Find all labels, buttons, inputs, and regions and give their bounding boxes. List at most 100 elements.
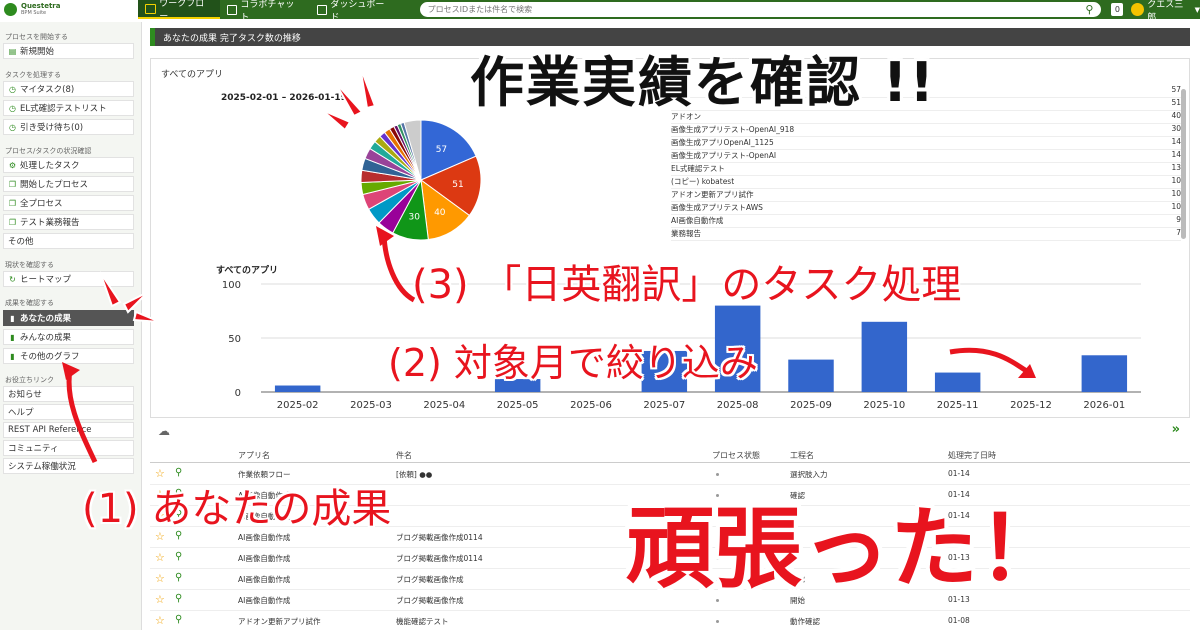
sidebar-item-label: 処理したタスク (20, 161, 80, 171)
headline-overlay: 作業実績を確認 !! (470, 51, 937, 114)
sidebar-item-other[interactable]: その他 (3, 233, 134, 249)
sidebar-item-started-processes[interactable]: ❐ 開始したプロセス (3, 176, 134, 192)
sidebar-item-all-processes[interactable]: ❐ 全プロセス (3, 195, 134, 211)
logo[interactable]: Questetra BPM Suite (0, 0, 139, 19)
search-icon[interactable]: ⚲ (175, 572, 182, 583)
x-tick-label[interactable]: 2025-06 (570, 400, 612, 409)
sidebar-item-my-tasks[interactable]: ◷ マイタスク(8) (3, 81, 134, 97)
bar[interactable] (788, 359, 834, 392)
sidebar-item-label: あなたの成果 (20, 314, 72, 324)
sidebar-item-rest-api[interactable]: REST API Reference (3, 422, 134, 438)
x-tick-label[interactable]: 2025-09 (790, 400, 832, 409)
sidebar-item-everyone-achievements[interactable]: ▮ みんなの成果 (3, 329, 134, 345)
table-cell: ブログ掲載画像作成0114 (396, 533, 483, 542)
sidebar-item-label: お知らせ (8, 390, 42, 400)
legend-value: 10 (1171, 176, 1181, 185)
panel-title: すべてのアプリ (161, 70, 224, 80)
legend-scrollbar[interactable] (1181, 89, 1186, 239)
cloud-download-icon[interactable]: ☁ (158, 424, 170, 438)
x-tick-label[interactable]: 2025-05 (497, 400, 539, 409)
sidebar-item-offered[interactable]: ◷ 引き受け待ち(0) (3, 119, 134, 135)
sidebar-section-title: 成果を確認する (5, 299, 54, 307)
sidebar-item-your-achievements[interactable]: ▮ あなたの成果 (3, 310, 134, 326)
sidebar-item-help[interactable]: ヘルプ (3, 404, 134, 420)
search-icon[interactable]: ⚲ (1085, 3, 1093, 16)
star-icon[interactable]: ☆ (155, 572, 165, 585)
star-icon[interactable]: ☆ (155, 593, 165, 606)
sidebar-section-title: 現状を確認する (5, 261, 54, 269)
legend-value: 14 (1171, 137, 1181, 146)
sidebar-item-label: その他 (8, 237, 34, 247)
bar[interactable] (861, 321, 908, 392)
table-cell: 動作確認 (790, 617, 820, 626)
user-name: クエス三郎 (1147, 0, 1184, 23)
sidebar-item-test-report[interactable]: ❐ テスト業務報告 (3, 214, 134, 230)
cheer-overlay: 頑張った！ (626, 497, 1067, 600)
y-tick-label: 100 (222, 280, 241, 291)
table-cell: ブログ掲載画像作成0114 (396, 554, 483, 563)
workflow-icon (145, 3, 157, 14)
table-cell: 01-08 (948, 616, 970, 625)
bar[interactable] (274, 385, 321, 392)
sidebar-section-title: タスクを処理する (5, 71, 61, 79)
table-row[interactable]: ☆ ⚲ アドオン更新アプリ試作 機能確認テスト 動作確認 01-08 (150, 611, 1190, 630)
x-tick-label[interactable]: 2026-01 (1083, 400, 1125, 409)
sidebar-item-new-start[interactable]: ▤ 新規開始 (3, 43, 134, 59)
sidebar-item-system-status[interactable]: システム稼働状況 (3, 458, 134, 474)
column-header[interactable]: 工程名 (790, 450, 814, 461)
x-tick-label[interactable]: 2025-07 (643, 400, 685, 409)
double-chevron-right-icon[interactable]: » (1172, 422, 1180, 437)
sidebar-item-processed-tasks[interactable]: ⚙ 処理したタスク (3, 157, 134, 173)
sidebar-item-label: 全プロセス (20, 199, 63, 209)
nav-collab-chat[interactable]: コラボチャット (220, 0, 310, 23)
x-tick-label[interactable]: 2025-12 (1010, 400, 1052, 409)
search-icon[interactable]: ⚲ (175, 614, 182, 625)
star-icon[interactable]: ☆ (155, 551, 165, 564)
copy-icon: ❐ (8, 198, 17, 208)
search-icon[interactable]: ⚲ (175, 551, 182, 562)
legend-name: (コピー) kobatest (671, 177, 735, 186)
x-tick-label[interactable]: 2025-02 (277, 400, 319, 409)
nav-dashboard[interactable]: ダッシュボード (310, 0, 400, 23)
star-icon[interactable]: ☆ (155, 614, 165, 627)
sidebar-item-other-graphs[interactable]: ▮ その他のグラフ (3, 348, 134, 364)
x-tick-label[interactable]: 2025-04 (423, 400, 465, 409)
legend-value: 14 (1171, 150, 1181, 159)
nav-workflow[interactable]: ワークフロー (138, 0, 220, 22)
column-header[interactable]: アプリ名 (238, 450, 270, 461)
column-header[interactable]: 件名 (396, 450, 412, 461)
column-header[interactable]: 処理完了日時 (948, 450, 996, 461)
search-icon[interactable]: ⚲ (175, 593, 182, 604)
x-tick-label[interactable]: 2025-11 (937, 400, 979, 409)
legend-value: 10 (1171, 189, 1181, 198)
step1-overlay: (1) あなたの成果 (82, 486, 392, 532)
sidebar-item-label: 新規開始 (20, 47, 55, 57)
sidebar-item-label: コミュニティ (8, 444, 59, 454)
legend-row: アドオン更新アプリ試作 10 (671, 189, 1181, 202)
bar[interactable] (934, 372, 981, 392)
bar-chart-title: すべてのアプリ (216, 264, 278, 276)
x-tick-label[interactable]: 2025-03 (350, 400, 392, 409)
legend-value: 13 (1171, 163, 1181, 172)
sidebar-item-community[interactable]: コミュニティ (3, 440, 134, 456)
table-cell: AI画像自動作成 (238, 596, 291, 605)
legend-value: 57 (1171, 85, 1181, 94)
notification-badge[interactable]: 0 (1111, 3, 1124, 16)
screenshot-root: Questetra BPM Suite ワークフロー コラボチャット ダッシュボ… (0, 0, 1200, 630)
column-header[interactable]: プロセス状態 (712, 450, 760, 461)
table-cell: アドオン更新アプリ試作 (238, 617, 321, 626)
legend-row: (コピー) kobatest 10 (671, 176, 1181, 189)
sidebar-section-title: プロセスを開始する (5, 33, 68, 41)
x-tick-label[interactable]: 2025-08 (717, 400, 759, 409)
sidebar-item-el-test-list[interactable]: ◷ EL式確認テストリスト (3, 100, 134, 116)
user-menu[interactable]: クエス三郎 ▼ (1131, 0, 1200, 23)
sidebar-item-news[interactable]: お知らせ (3, 386, 134, 402)
top-bar: Questetra BPM Suite ワークフロー コラボチャット ダッシュボ… (0, 0, 1200, 23)
sidebar-item-heatmap[interactable]: ↻ ヒートマップ (3, 271, 134, 287)
x-tick-label[interactable]: 2025-10 (863, 400, 905, 409)
bar[interactable] (1081, 355, 1128, 392)
legend-row: 画像生成アプリテストAWS 10 (671, 202, 1181, 215)
clock-icon: ◷ (9, 84, 16, 94)
search-input[interactable] (427, 5, 1080, 14)
legend-name: EL式確認テスト (671, 164, 725, 173)
